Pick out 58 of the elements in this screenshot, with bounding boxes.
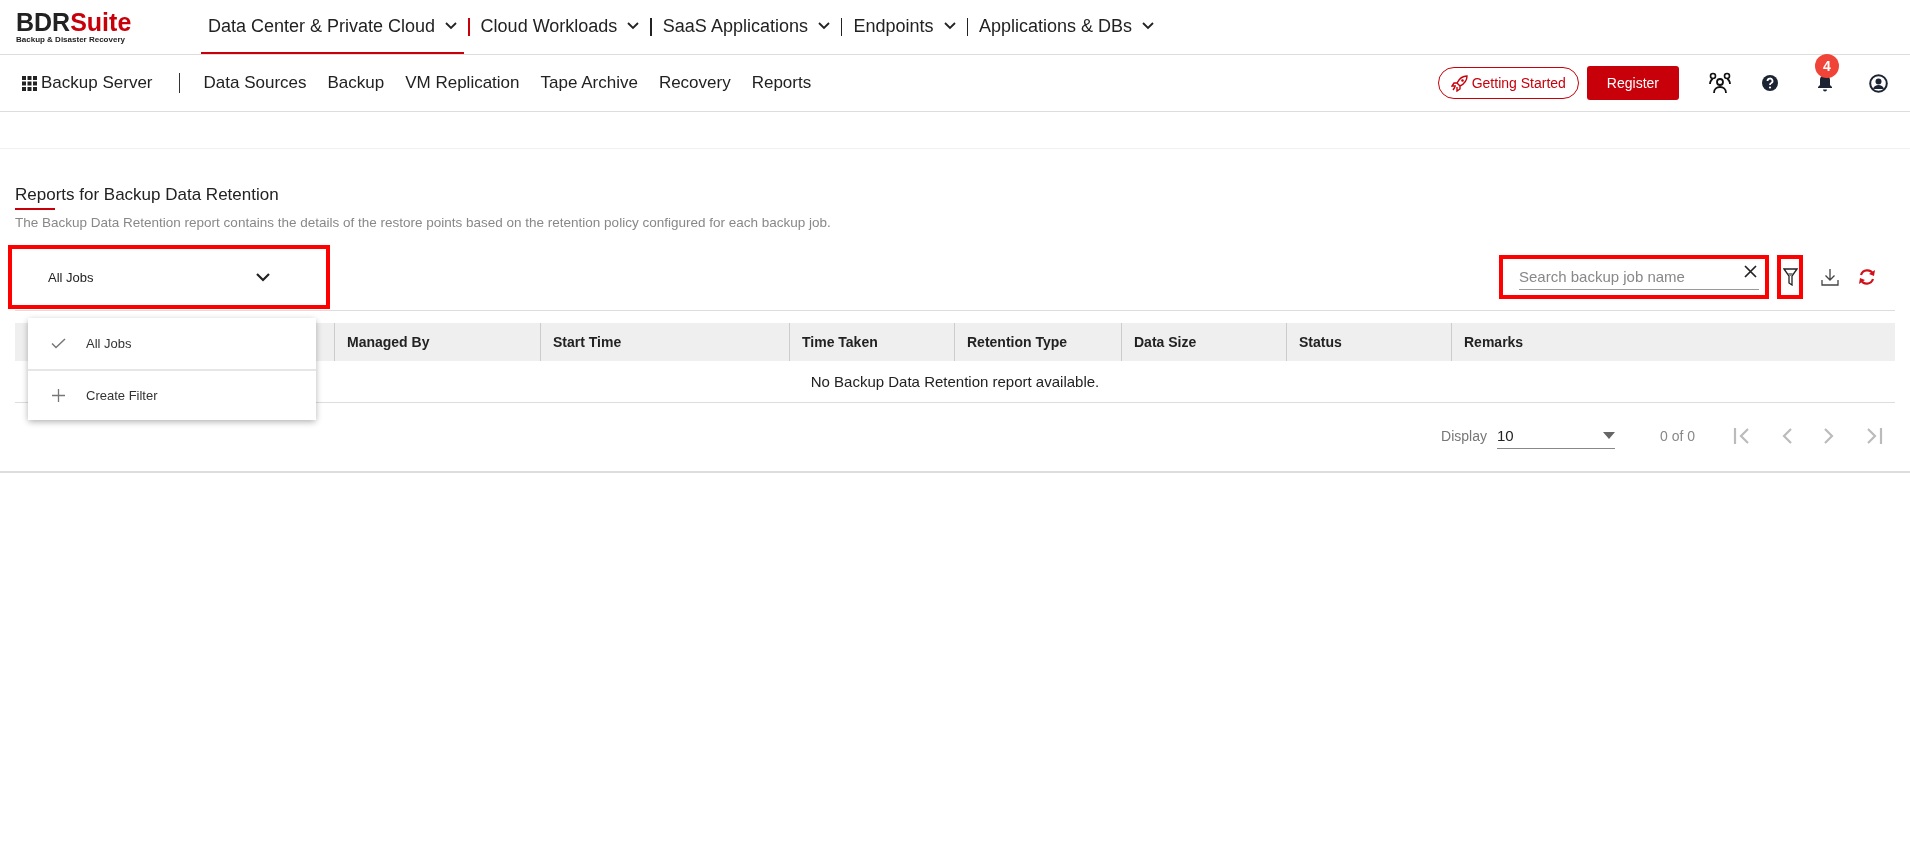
brand-logo-text: BDRSuite (16, 10, 133, 34)
top-nav-tab[interactable]: Data Center & Private Cloud (201, 0, 465, 54)
column-header[interactable]: Remarks (1451, 323, 1895, 361)
chevron-left-icon (1781, 427, 1793, 445)
column-header[interactable]: Retention Type (954, 323, 1122, 361)
user-avatar-icon[interactable] (1869, 73, 1888, 93)
sub-nav-link[interactable]: Backup (327, 73, 385, 93)
top-nav-tab[interactable]: Endpoints (846, 0, 963, 54)
column-header[interactable]: Time Taken (789, 323, 955, 361)
top-nav-tab[interactable]: Cloud Workloads (473, 0, 647, 54)
menu-item[interactable]: Create Filter (28, 369, 316, 420)
download-button[interactable] (1821, 268, 1839, 286)
column-header[interactable]: Start Time (540, 323, 790, 361)
plus-icon (51, 389, 65, 402)
product-name[interactable]: Backup Server (41, 73, 153, 93)
column-header[interactable]: Status (1286, 323, 1452, 361)
chevron-down-icon (1142, 22, 1155, 30)
chevron-down-icon (943, 22, 956, 30)
top-nav-tab[interactable]: SaaS Applications (655, 0, 837, 54)
last-page-icon (1865, 427, 1883, 445)
column-header[interactable]: Managed By (334, 323, 541, 361)
first-page-icon (1733, 427, 1751, 445)
refresh-icon (1857, 268, 1877, 286)
sub-nav-link[interactable]: Reports (751, 73, 812, 93)
chevron-right-icon (1823, 427, 1835, 445)
display-label: Display (1441, 428, 1487, 444)
filter-icon (1782, 268, 1798, 286)
top-nav-tab[interactable]: Applications & DBs (972, 0, 1162, 54)
page-range: 0 of 0 (1659, 428, 1695, 444)
chevron-down-icon (256, 272, 270, 282)
refresh-button[interactable] (1857, 268, 1877, 286)
chevron-down-icon (445, 22, 458, 30)
column-header[interactable]: Data Size (1121, 323, 1287, 361)
getting-started-button[interactable]: Getting Started (1437, 67, 1579, 99)
checkmark-icon (50, 338, 66, 349)
help-icon[interactable] (1761, 74, 1779, 92)
chevron-down-icon (817, 22, 830, 30)
rocket-icon (1450, 74, 1469, 92)
grid-menu-icon[interactable] (22, 75, 37, 91)
menu-item[interactable]: All Jobs (28, 318, 316, 369)
brand-tagline: Backup & Disaster Recovery (16, 35, 126, 44)
users-icon[interactable] (1709, 72, 1731, 94)
empty-table-message: No Backup Data Retention report available. (810, 373, 1100, 390)
download-icon (1821, 268, 1839, 286)
page-description: The Backup Data Retention report contains the details of the restore points based on the retention policy configured for each backup job. (15, 215, 832, 230)
page-title: Reports for Backup Data Retention (15, 185, 279, 205)
sub-nav-link[interactable]: VM Replication (405, 73, 520, 93)
sub-nav-link[interactable]: Recovery (658, 73, 731, 93)
job-filter-dropdown[interactable]: All Jobs (8, 245, 330, 309)
filter-button[interactable] (1777, 255, 1803, 299)
notification-badge: 4 (1815, 54, 1839, 78)
search-field[interactable]: Search backup job name (1499, 255, 1769, 299)
caret-down-icon (1602, 432, 1615, 439)
register-button[interactable]: Register (1586, 66, 1679, 100)
page-size-select[interactable]: 10 (1496, 423, 1615, 449)
sub-nav-link[interactable]: Tape Archive (540, 73, 638, 93)
sub-nav-link[interactable]: Data Sources (203, 73, 307, 93)
chevron-down-icon (627, 22, 640, 30)
